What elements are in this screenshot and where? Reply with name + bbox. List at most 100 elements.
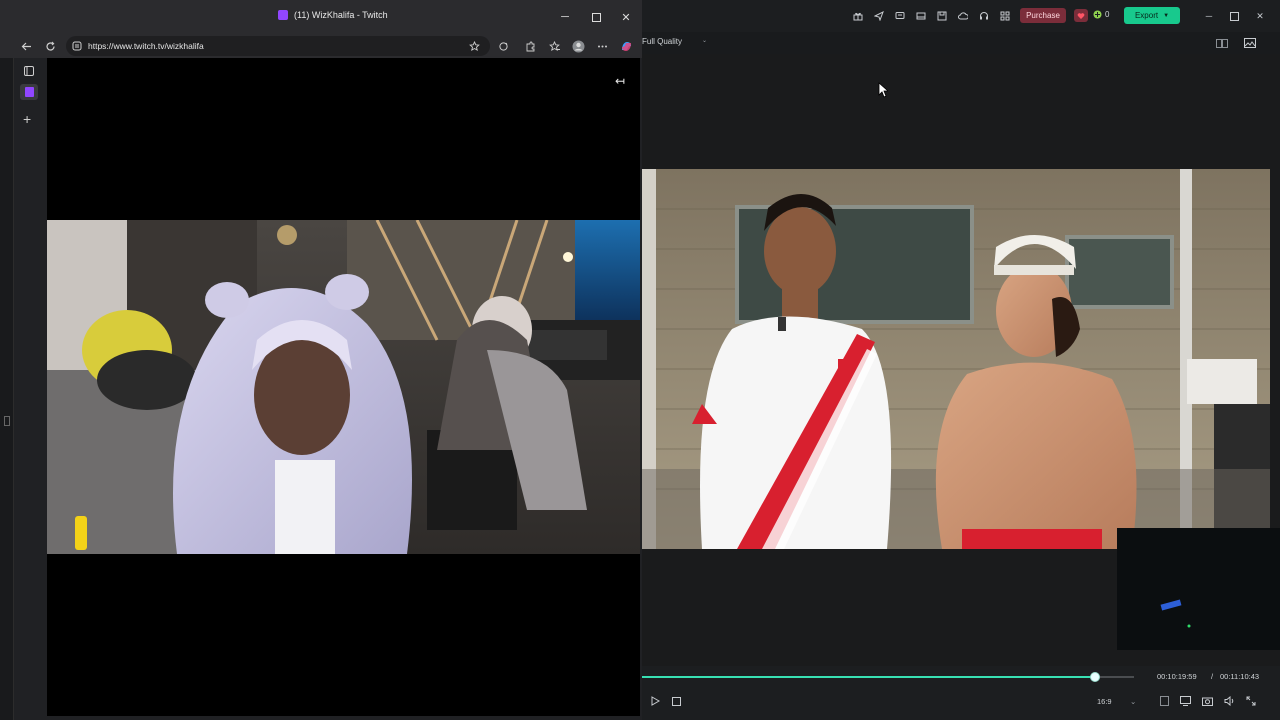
quality-dropdown[interactable]: Full Quality ⌄ — [642, 37, 707, 46]
play-button[interactable] — [649, 695, 661, 707]
time-separator: / — [1211, 672, 1214, 681]
image-icon — [1244, 38, 1256, 48]
send-icon — [874, 11, 884, 21]
twitch-favicon-icon — [278, 10, 288, 20]
refresh-extension-button[interactable] — [496, 39, 510, 53]
quality-label: Full Quality — [642, 37, 683, 46]
export-button[interactable]: Export ▼ — [1124, 7, 1180, 24]
chevron-down-icon[interactable]: ⌄ — [1130, 697, 1136, 706]
mini-preview-image — [1117, 528, 1280, 650]
reload-icon — [45, 41, 55, 51]
credits-badge[interactable]: 0 — [1093, 10, 1109, 19]
chevron-down-icon: ▼ — [1163, 12, 1170, 19]
collapse-chat-button[interactable]: ↤ — [615, 74, 625, 88]
address-bar[interactable]: https://www.twitch.tv/wizkhalifa — [66, 36, 490, 56]
cloud-upload-icon — [958, 12, 968, 20]
browser-window: (11) WizKhalifa - Twitch ─ ✕ https://www… — [0, 0, 642, 720]
editor-close-button[interactable]: ✕ — [1254, 10, 1266, 22]
total-time: 00:11:10:43 — [1220, 672, 1260, 681]
timeline-progress — [642, 676, 1095, 678]
more-menu-button[interactable] — [595, 39, 609, 53]
support-button[interactable] — [978, 10, 990, 22]
playhead-handle[interactable] — [1089, 672, 1100, 682]
extensions-button[interactable] — [523, 39, 537, 53]
message-icon — [895, 12, 905, 19]
editor-maximize-button[interactable] — [1228, 10, 1240, 22]
tab-twitch[interactable] — [20, 84, 38, 100]
preview-canvas[interactable] — [642, 54, 1280, 666]
maximize-icon — [591, 12, 601, 22]
mouse-cursor-icon — [878, 82, 888, 98]
copilot-button[interactable] — [619, 39, 633, 53]
send-button[interactable] — [873, 10, 885, 22]
mini-preview-overlay — [1117, 528, 1280, 650]
premium-button[interactable] — [1074, 9, 1088, 22]
messages-button[interactable] — [894, 10, 906, 22]
maximize-icon — [1229, 11, 1239, 21]
cloud-button[interactable] — [957, 10, 969, 22]
favorites-icon — [548, 40, 560, 51]
editor-topbar: Purchase 0 Export ▼ ─ ✕ — [642, 0, 1280, 32]
new-tab-button[interactable]: + — [23, 112, 31, 126]
stop-icon — [671, 696, 681, 706]
reload-button[interactable] — [43, 39, 57, 53]
stream-scene-image — [47, 220, 640, 554]
back-button[interactable] — [19, 39, 33, 53]
display-button[interactable] — [1179, 695, 1191, 707]
gift-button[interactable] — [852, 10, 864, 22]
compare-view-button[interactable] — [1216, 37, 1228, 49]
browser-titlebar: (11) WizKhalifa - Twitch ─ ✕ — [0, 0, 642, 34]
tab-actions-button[interactable] — [23, 65, 35, 77]
volume-button[interactable] — [1223, 695, 1235, 707]
play-icon — [651, 696, 660, 706]
grid-icon — [1000, 11, 1010, 21]
playback-timeline: 00:10:19:59 / 00:11:10:43 16:9 ⌄ — [642, 666, 1280, 720]
snapshot-button[interactable] — [1201, 695, 1213, 707]
layout-button[interactable] — [915, 10, 927, 22]
save-button[interactable] — [936, 10, 948, 22]
editor-minimize-button[interactable]: ─ — [1203, 10, 1215, 22]
puzzle-icon — [526, 41, 534, 51]
fullscreen-button[interactable] — [1245, 695, 1257, 707]
credits-coin-icon — [1093, 10, 1102, 19]
preview-options-bar: Full Quality ⌄ — [642, 32, 1280, 54]
purchase-button[interactable]: Purchase — [1020, 8, 1066, 23]
expand-icon — [1246, 696, 1256, 706]
url-text[interactable]: https://www.twitch.tv/wizkhalifa — [88, 41, 204, 51]
heart-icon — [1077, 12, 1085, 19]
fit-button[interactable] — [1158, 695, 1170, 707]
video-editor-window: Purchase 0 Export ▼ ─ ✕ Full Quality ⌄ 0… — [642, 0, 1280, 720]
current-time: 00:10:19:59 — [1157, 672, 1197, 681]
favorite-star-icon — [468, 40, 480, 51]
chevron-down-icon: ⌄ — [702, 38, 708, 44]
save-icon — [937, 11, 947, 21]
panel-marker-icon — [4, 416, 10, 426]
video-scene-image — [642, 169, 1270, 549]
site-info-icon — [72, 41, 82, 51]
close-button[interactable]: ✕ — [618, 9, 634, 25]
minimize-button[interactable]: ─ — [557, 9, 573, 25]
twitch-tab-icon — [25, 87, 34, 97]
headset-icon — [980, 12, 988, 20]
export-label: Export — [1134, 11, 1159, 20]
browser-sidebar: + — [14, 58, 46, 720]
stop-button[interactable] — [670, 695, 682, 707]
more-horizontal-icon — [597, 45, 607, 47]
desktop-left-strip — [0, 0, 14, 720]
monitor-icon — [1179, 696, 1191, 706]
arrow-left-icon — [21, 42, 31, 50]
tab-actions-icon — [24, 66, 34, 76]
favorites-button[interactable] — [547, 39, 561, 53]
sync-icon — [498, 41, 508, 51]
compare-icon — [1216, 38, 1228, 48]
copilot-icon — [621, 41, 631, 51]
maximize-button[interactable] — [588, 9, 604, 25]
twitch-video-player[interactable]: ↤ — [47, 58, 640, 716]
favorite-button[interactable] — [467, 39, 481, 53]
aspect-ratio-select[interactable]: 16:9 — [1097, 697, 1112, 706]
snapshot-view-button[interactable] — [1244, 37, 1256, 49]
profile-button[interactable] — [571, 39, 585, 53]
stream-video-frame — [47, 220, 640, 554]
camera-icon — [1201, 697, 1213, 706]
apps-button[interactable] — [999, 10, 1011, 22]
